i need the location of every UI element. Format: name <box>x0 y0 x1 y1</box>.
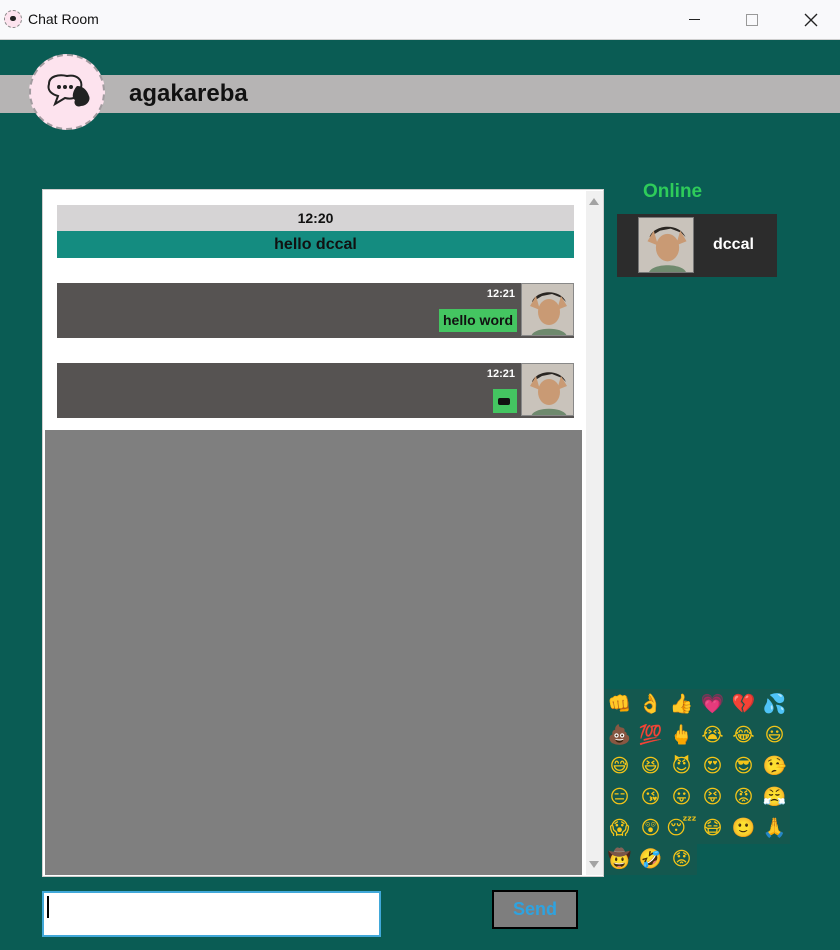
emoji-button[interactable]: 😍 <box>697 751 728 782</box>
username-title: agakareba <box>129 80 248 107</box>
header-band <box>0 75 840 113</box>
emoji-button[interactable]: 🤠 <box>604 844 635 875</box>
send-button[interactable]: Send <box>492 890 578 929</box>
emoji-button[interactable]: 😴 <box>666 813 697 844</box>
emoji-button[interactable]: 🙏 <box>759 813 790 844</box>
message-time: 12:21 <box>486 288 515 300</box>
emoji-button[interactable]: 💗 <box>697 689 728 720</box>
close-button[interactable] <box>782 0 840 39</box>
emoji-button[interactable]: 😅 <box>604 751 635 782</box>
emoji-button[interactable]: 😤 <box>759 782 790 813</box>
emoji-button[interactable]: 😂 <box>728 720 759 751</box>
emoji-button[interactable]: 😲 <box>635 813 666 844</box>
chat-empty-area <box>45 430 582 875</box>
window-title: Chat Room <box>28 11 99 27</box>
emoji-button[interactable]: 😝 <box>697 782 728 813</box>
emoji-button[interactable]: 😃 <box>759 720 790 751</box>
scroll-down-icon[interactable] <box>589 861 599 868</box>
emoji-button[interactable]: 😱 <box>604 813 635 844</box>
emoji-button[interactable]: 😆 <box>635 751 666 782</box>
avatar <box>521 283 574 336</box>
emoji-button[interactable]: 🖕 <box>666 720 697 751</box>
group-message: hello dccal <box>57 231 574 258</box>
minimize-button[interactable] <box>665 0 723 39</box>
emoji-button[interactable]: 😛 <box>666 782 697 813</box>
emoji-button[interactable]: 😘 <box>635 782 666 813</box>
emoji-button[interactable]: 👍 <box>666 689 697 720</box>
maximize-icon <box>746 13 758 26</box>
chat-scrollbar[interactable] <box>586 191 603 875</box>
emoji-button[interactable]: 😑 <box>604 782 635 813</box>
time-separator: 12:20 <box>57 205 574 231</box>
avatar <box>521 363 574 416</box>
maximize-button[interactable] <box>723 0 781 39</box>
chat-bubble-logo-icon <box>29 54 105 130</box>
emoji-button[interactable]: 😎 <box>728 751 759 782</box>
online-label: Online <box>643 181 703 202</box>
online-user-name: dccal <box>713 236 754 253</box>
chat-panel: 12:20 hello dccal 12:21 hello word 12:21 <box>42 189 604 877</box>
avatar <box>638 217 694 273</box>
app-icon <box>4 10 22 28</box>
text-caret <box>47 896 49 918</box>
emoji-button[interactable]: 💦 <box>759 689 790 720</box>
emoji-button[interactable]: 🤥 <box>759 751 790 782</box>
message-row: 12:21 <box>57 363 574 418</box>
emoji-button[interactable]: 💩 <box>604 720 635 751</box>
message-input[interactable] <box>42 891 381 937</box>
sticker-icon <box>493 389 517 413</box>
emoji-button[interactable]: 😭 <box>697 720 728 751</box>
emoji-picker: 👊 👌 👍 💗 💔 💦 💩 💯 🖕 😭 😂 😃 😅 😆 😈 😍 😎 🤥 😑 😘 😛 😝 😡 😤 😱 😲 😴 😷 🙂 🙏 🤠 🤣 😟 <box>604 689 790 875</box>
online-user-item[interactable]: dccal <box>617 214 777 277</box>
close-icon <box>804 13 818 26</box>
emoji-button[interactable]: 😡 <box>728 782 759 813</box>
minimize-icon <box>688 19 700 20</box>
emoji-button[interactable]: 💔 <box>728 689 759 720</box>
emoji-button[interactable]: 😈 <box>666 751 697 782</box>
scroll-up-icon[interactable] <box>589 198 599 205</box>
message-time: 12:21 <box>486 368 515 380</box>
emoji-button[interactable]: 😟 <box>666 844 697 875</box>
emoji-button[interactable]: 🤣 <box>635 844 666 875</box>
emoji-button[interactable]: 😷 <box>697 813 728 844</box>
message-bubble: hello word <box>439 309 517 332</box>
emoji-button[interactable]: 👌 <box>635 689 666 720</box>
emoji-button[interactable]: 🙂 <box>728 813 759 844</box>
emoji-button[interactable]: 💯 <box>635 720 666 751</box>
message-row: 12:21 hello word <box>57 283 574 338</box>
emoji-button[interactable]: 👊 <box>604 689 635 720</box>
window-titlebar: Chat Room <box>0 0 840 40</box>
